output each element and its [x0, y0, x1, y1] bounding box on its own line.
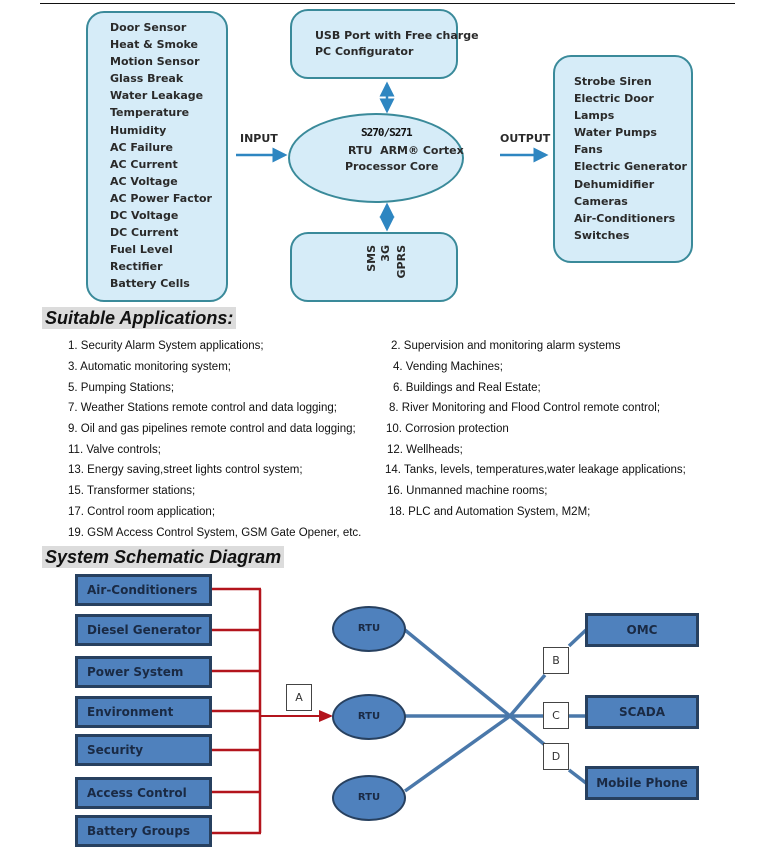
destination-omc: OMC [585, 613, 699, 647]
destination-scada: SCADA [585, 695, 699, 729]
source-block-environment: Environment [75, 696, 212, 728]
source-block-air-conditioners: Air-Conditioners [75, 574, 212, 606]
link-rtu1 [403, 628, 512, 718]
tag-d: D [543, 743, 569, 770]
link-to-omc [508, 673, 547, 718]
rtu-node-3: RTU [332, 775, 406, 821]
link-rtu3 [403, 714, 512, 793]
link-to-mobile [508, 714, 547, 747]
rtu-node-2: RTU [332, 694, 406, 740]
source-block-power-system: Power System [75, 656, 212, 688]
tag-a: A [286, 684, 312, 711]
tag-c: C [543, 702, 569, 729]
source-block-diesel-generator: Diesel Generator [75, 614, 212, 646]
source-block-access-control: Access Control [75, 777, 212, 809]
link-to-omc-end [567, 628, 588, 648]
link-to-mobile-end [567, 768, 588, 785]
source-block-security: Security [75, 734, 212, 766]
source-block-battery-groups: Battery Groups [75, 815, 212, 847]
destination-mobile-phone: Mobile Phone [585, 766, 699, 800]
rtu-node-1: RTU [332, 606, 406, 652]
tag-b: B [543, 647, 569, 674]
